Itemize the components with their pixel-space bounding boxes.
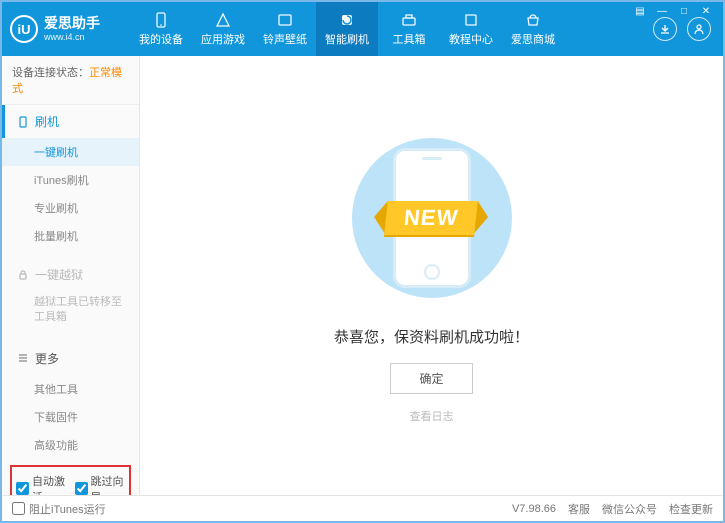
- header: iU 爱思助手 www.i4.cn 我的设备 应用游戏 铃声壁纸: [2, 2, 723, 56]
- ok-button[interactable]: 确定: [390, 363, 472, 394]
- status-label: 设备连接状态：: [12, 67, 89, 79]
- nav-store[interactable]: 爱思商城: [502, 2, 564, 56]
- footer: 阻止iTunes运行 V7.98.66 客服 微信公众号 检查更新: [2, 495, 723, 521]
- nav-label: 铃声壁纸: [263, 31, 307, 47]
- sidebar-item-batch-flash[interactable]: 批量刷机: [2, 222, 139, 250]
- phone-icon: [152, 11, 170, 29]
- options-highlight-box: 自动激活 跳过向导: [10, 465, 131, 495]
- nav-label: 教程中心: [449, 31, 493, 47]
- main-nav: 我的设备 应用游戏 铃声壁纸 智能刷机 工具箱: [130, 2, 653, 56]
- sidebar-flash-head[interactable]: 刷机: [2, 105, 139, 138]
- logo-icon: iU: [10, 15, 38, 43]
- checkbox-input[interactable]: [75, 482, 88, 495]
- nav-label: 智能刷机: [325, 31, 369, 47]
- connection-status: 设备连接状态：正常模式: [2, 56, 139, 105]
- flash-icon: [338, 11, 356, 29]
- account-button[interactable]: [687, 17, 711, 41]
- phone-icon: [17, 116, 29, 128]
- toolbox-icon: [400, 11, 418, 29]
- app-subtitle: www.i4.cn: [44, 32, 100, 43]
- nav-label: 爱思商城: [511, 31, 555, 47]
- footer-update[interactable]: 检查更新: [669, 501, 713, 517]
- success-illustration: NEW: [332, 128, 532, 308]
- checkbox-auto-activate[interactable]: 自动激活: [16, 473, 67, 495]
- logo: iU 爱思助手 www.i4.cn: [10, 15, 130, 43]
- close-icon[interactable]: ✕: [699, 4, 713, 18]
- nav-toolbox[interactable]: 工具箱: [378, 2, 440, 56]
- sidebar-item-advanced[interactable]: 高级功能: [2, 431, 139, 459]
- checkbox-input[interactable]: [12, 502, 25, 515]
- checkbox-block-itunes[interactable]: 阻止iTunes运行: [12, 501, 106, 517]
- nav-apps[interactable]: 应用游戏: [192, 2, 254, 56]
- sidebar-head-label: 一键越狱: [35, 266, 83, 283]
- store-icon: [524, 11, 542, 29]
- checkbox-label: 阻止iTunes运行: [29, 501, 106, 517]
- nav-tutorials[interactable]: 教程中心: [440, 2, 502, 56]
- sidebar-head-label: 更多: [35, 350, 59, 367]
- wallpaper-icon: [276, 11, 294, 29]
- sidebar-item-oneclick-flash[interactable]: 一键刷机: [2, 138, 139, 166]
- success-message: 恭喜您，保资料刷机成功啦！: [334, 326, 529, 347]
- sidebar: 设备连接状态：正常模式 刷机 一键刷机 iTunes刷机 专业刷机 批量刷机 一…: [2, 56, 140, 495]
- list-icon: [17, 352, 29, 364]
- view-log-link[interactable]: 查看日志: [410, 408, 454, 424]
- nav-label: 应用游戏: [201, 31, 245, 47]
- footer-service[interactable]: 客服: [568, 501, 590, 517]
- book-icon: [462, 11, 480, 29]
- checkbox-label: 自动激活: [32, 473, 67, 495]
- sidebar-jailbreak-head: 一键越狱: [2, 258, 139, 291]
- download-button[interactable]: [653, 17, 677, 41]
- sidebar-item-pro-flash[interactable]: 专业刷机: [2, 194, 139, 222]
- version-label: V7.98.66: [512, 503, 556, 515]
- new-ribbon: NEW: [385, 201, 479, 235]
- apps-icon: [214, 11, 232, 29]
- minimize-icon[interactable]: —: [655, 4, 669, 18]
- nav-my-device[interactable]: 我的设备: [130, 2, 192, 56]
- app-title: 爱思助手: [44, 15, 100, 32]
- sidebar-item-download-firmware[interactable]: 下载固件: [2, 403, 139, 431]
- nav-flash[interactable]: 智能刷机: [316, 2, 378, 56]
- nav-ringtones[interactable]: 铃声壁纸: [254, 2, 316, 56]
- main-content: NEW 恭喜您，保资料刷机成功啦！ 确定 查看日志: [140, 56, 723, 495]
- sidebar-item-itunes-flash[interactable]: iTunes刷机: [2, 166, 139, 194]
- checkbox-label: 跳过向导: [91, 473, 126, 495]
- menu-icon[interactable]: ▤: [633, 4, 647, 18]
- nav-label: 工具箱: [393, 31, 426, 47]
- maximize-icon[interactable]: □: [677, 4, 691, 18]
- sidebar-more-head[interactable]: 更多: [2, 342, 139, 375]
- footer-wechat[interactable]: 微信公众号: [602, 501, 657, 517]
- checkbox-skip-guide[interactable]: 跳过向导: [75, 473, 126, 495]
- sidebar-item-other-tools[interactable]: 其他工具: [2, 375, 139, 403]
- nav-label: 我的设备: [139, 31, 183, 47]
- lock-icon: [17, 269, 29, 281]
- checkbox-input[interactable]: [16, 482, 29, 495]
- sidebar-head-label: 刷机: [35, 113, 59, 130]
- jailbreak-note: 越狱工具已转移至工具箱: [2, 291, 139, 334]
